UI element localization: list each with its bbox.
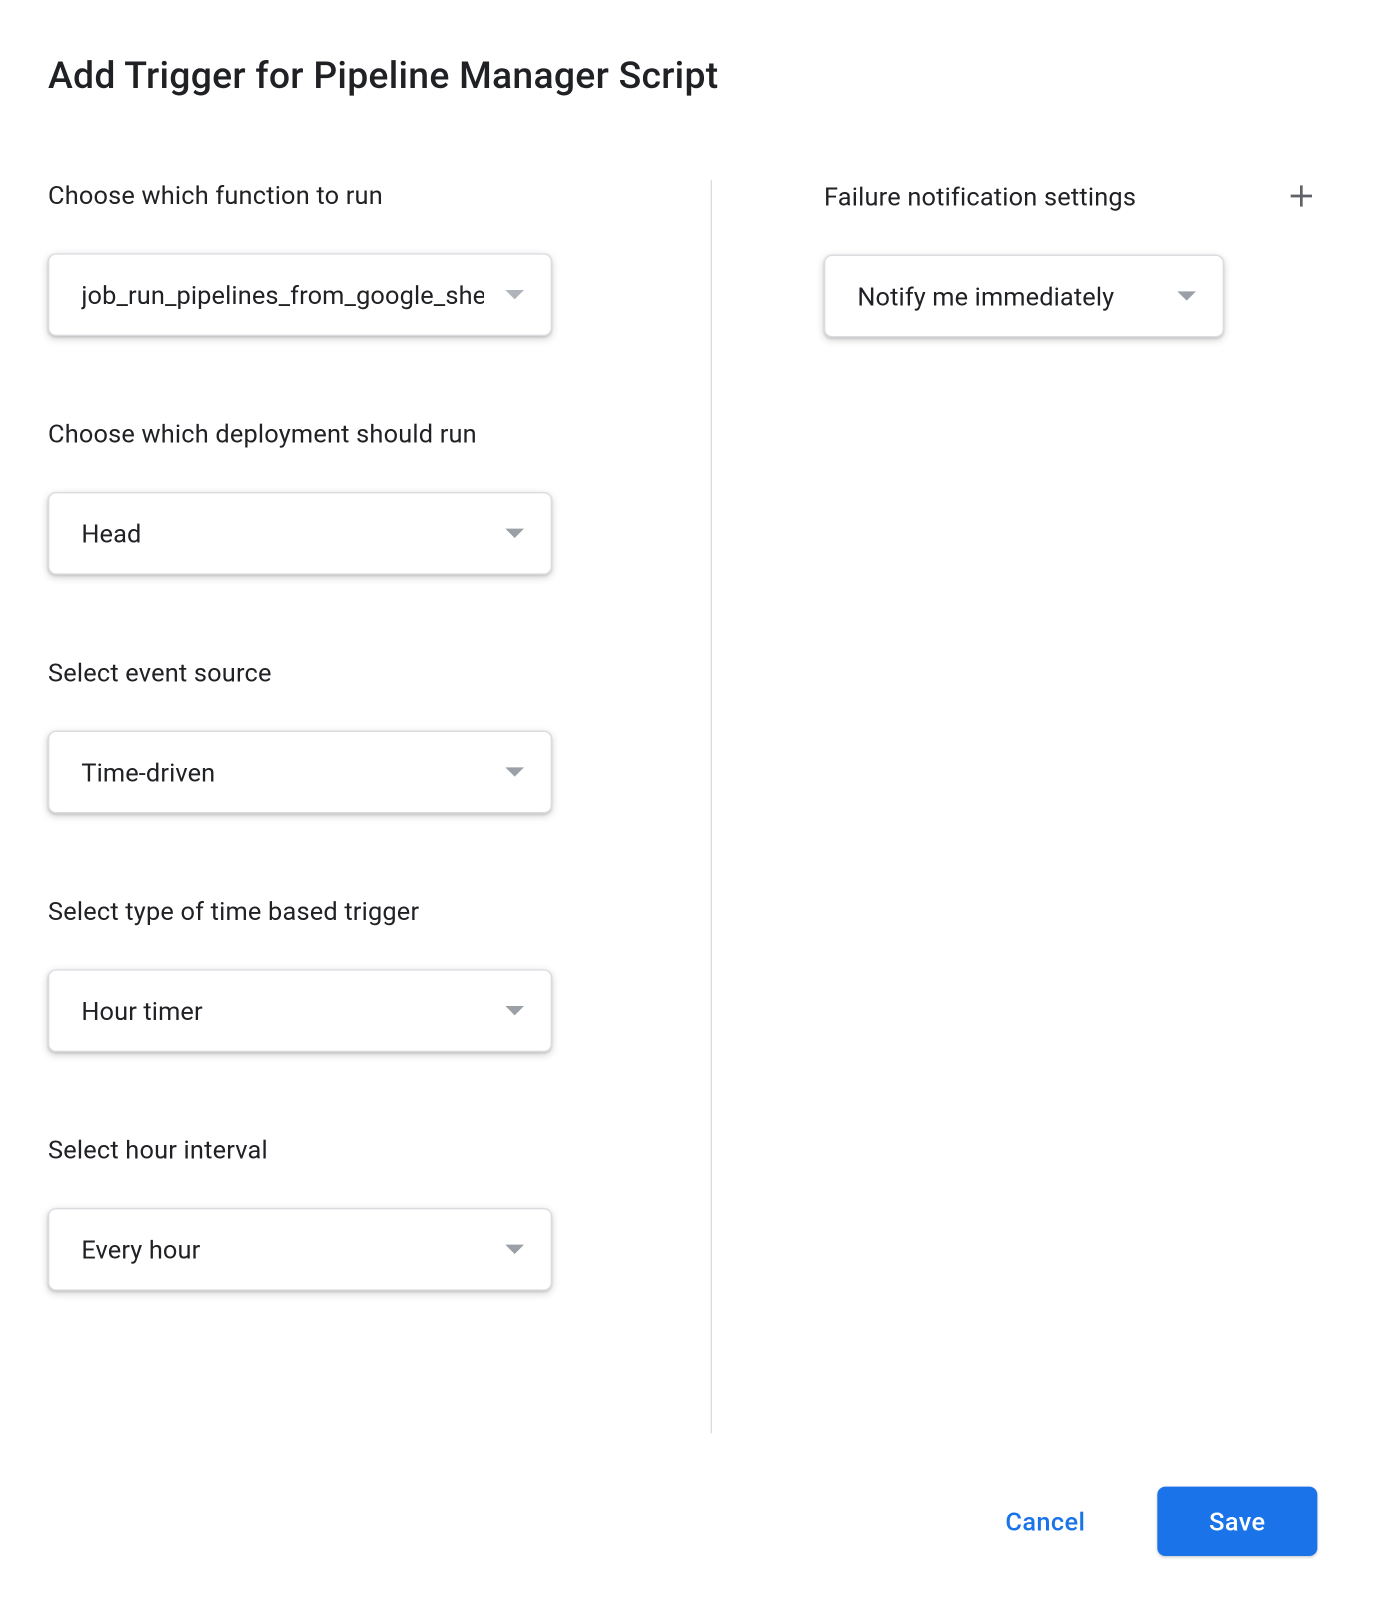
failure-value: Notify me immediately [857, 281, 1114, 312]
deployment-label: Choose which deployment should run [48, 419, 631, 450]
failure-label: Failure notification settings [824, 181, 1136, 212]
chevron-down-icon [505, 290, 524, 299]
cancel-button[interactable]: Cancel [971, 1487, 1120, 1556]
left-column: Choose which function to run job_run_pip… [48, 180, 712, 1433]
function-label: Choose which function to run [48, 180, 631, 211]
function-select[interactable]: job_run_pipelines_from_google_sheet [48, 253, 552, 336]
dialog-footer: Cancel Save [48, 1433, 1317, 1556]
failure-notification-select[interactable]: Notify me immediately [824, 255, 1224, 338]
trigger-type-value: Hour timer [81, 995, 202, 1026]
event-source-label: Select event source [48, 657, 631, 688]
add-notification-button[interactable] [1285, 180, 1317, 212]
chevron-down-icon [505, 767, 524, 776]
save-button[interactable]: Save [1157, 1487, 1317, 1556]
interval-select[interactable]: Every hour [48, 1208, 552, 1291]
event-source-select[interactable]: Time-driven [48, 731, 552, 814]
chevron-down-icon [505, 529, 524, 538]
function-value: job_run_pipelines_from_google_sheet [81, 279, 484, 310]
chevron-down-icon [505, 1006, 524, 1015]
add-trigger-dialog: Add Trigger for Pipeline Manager Script … [0, 0, 1365, 1599]
deployment-select[interactable]: Head [48, 492, 552, 575]
trigger-type-select[interactable]: Hour timer [48, 969, 552, 1052]
chevron-down-icon [1177, 291, 1196, 300]
event-source-value: Time-driven [81, 757, 215, 788]
deployment-value: Head [81, 518, 141, 549]
dialog-title: Add Trigger for Pipeline Manager Script [48, 53, 1317, 97]
plus-icon [1287, 181, 1316, 210]
interval-label: Select hour interval [48, 1135, 631, 1166]
right-column: Failure notification settings Notify me … [712, 180, 1317, 1433]
chevron-down-icon [505, 1245, 524, 1254]
trigger-type-label: Select type of time based trigger [48, 896, 631, 927]
interval-value: Every hour [81, 1234, 200, 1265]
